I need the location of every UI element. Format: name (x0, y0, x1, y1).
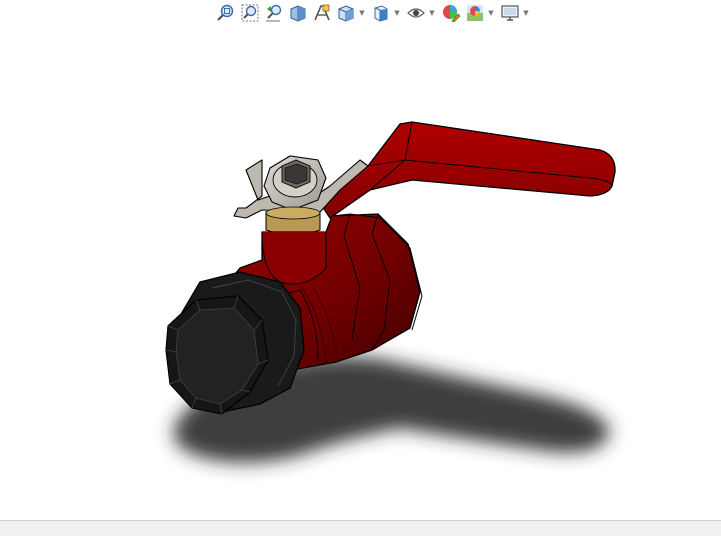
previous-view-button[interactable] (262, 2, 286, 24)
display-style-icon (374, 5, 388, 22)
view-settings-button[interactable] (498, 2, 522, 24)
view-settings-dropdown-icon[interactable]: ▼ (522, 2, 530, 24)
edit-appearance-button[interactable] (439, 2, 463, 24)
view-settings-icon (501, 5, 519, 21)
status-bar (0, 520, 721, 536)
display-style-button[interactable] (369, 2, 393, 24)
previous-view-icon (266, 4, 282, 22)
ball-valve-3d-model[interactable] (0, 30, 721, 520)
dynamic-annotation-views-icon (314, 4, 330, 21)
apply-scene-icon (467, 5, 483, 21)
apply-scene-button[interactable] (463, 2, 487, 24)
zoom-to-fit-button[interactable] (214, 2, 238, 24)
section-view-icon (290, 5, 306, 22)
edit-appearance-icon (443, 5, 461, 23)
hide-show-items-button[interactable] (404, 2, 428, 24)
hide-show-items-icon (407, 8, 425, 18)
zoom-to-area-icon (241, 4, 259, 22)
graphics-viewport[interactable]: ▼ ▼ ▼ ▼ ▼ (0, 0, 721, 520)
view-orientation-button[interactable] (334, 2, 358, 24)
apply-scene-dropdown-icon[interactable]: ▼ (487, 2, 495, 24)
hide-show-items-dropdown-icon[interactable]: ▼ (428, 2, 436, 24)
display-style-dropdown-icon[interactable]: ▼ (393, 2, 401, 24)
view-orientation-icon (338, 5, 354, 22)
zoom-to-fit-icon (217, 4, 234, 21)
zoom-to-area-button[interactable] (238, 2, 262, 24)
brass-packing-ring (265, 206, 321, 236)
heads-up-view-toolbar: ▼ ▼ ▼ ▼ ▼ (214, 2, 533, 24)
view-orientation-dropdown-icon[interactable]: ▼ (358, 2, 366, 24)
section-view-button[interactable] (286, 2, 310, 24)
dynamic-annotation-views-button[interactable] (310, 2, 334, 24)
